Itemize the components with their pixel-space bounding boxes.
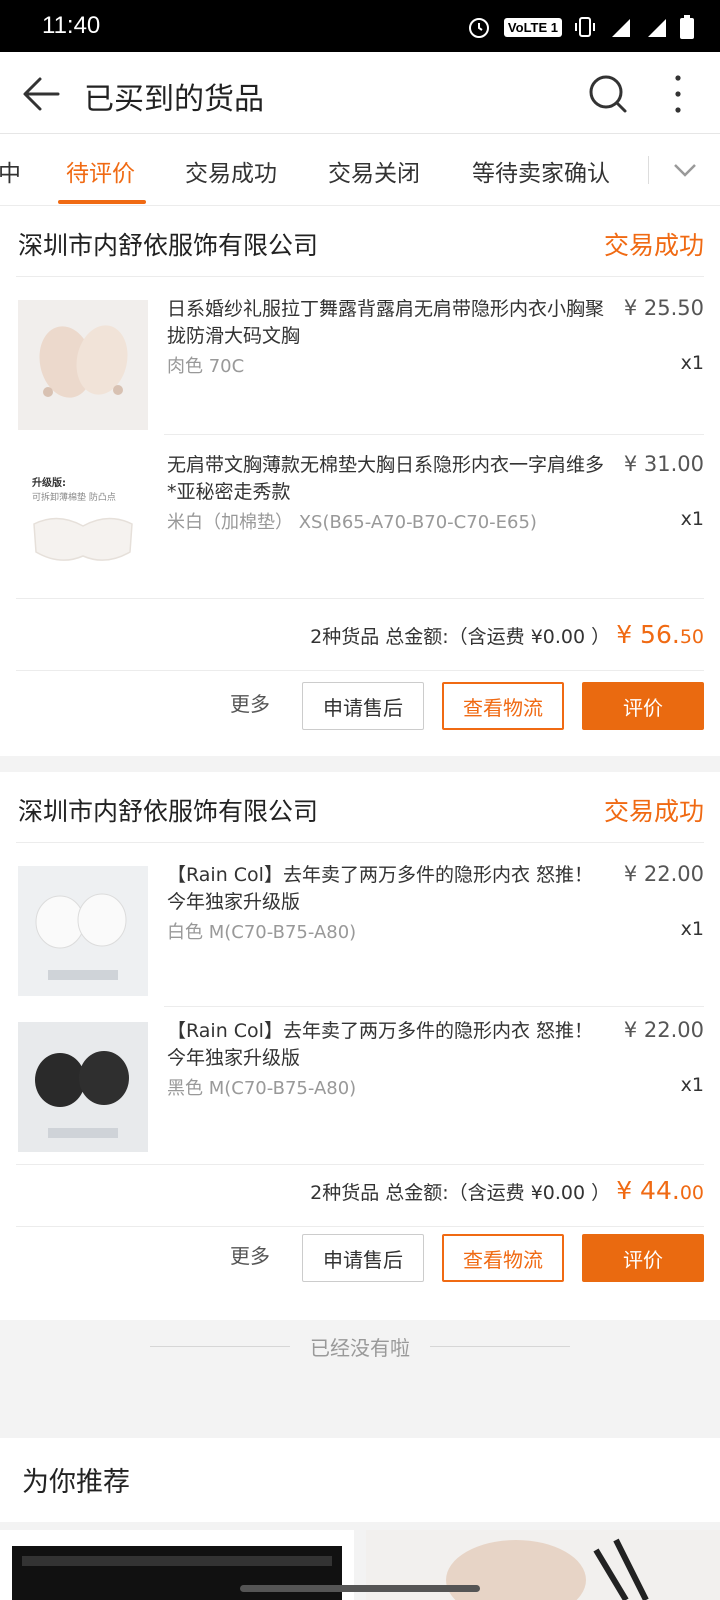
- signal-icon: [646, 15, 668, 39]
- volte-badge: VoLTE 1: [503, 17, 562, 37]
- total-amount: ¥ 56.: [616, 620, 680, 649]
- order-item[interactable]: 【Rain Col】去年卖了两万多件的隐形内衣 怒推！今年独家升级版 白色 M(…: [0, 846, 720, 996]
- divider: [16, 1226, 704, 1227]
- divider: [16, 842, 704, 843]
- home-indicator[interactable]: [240, 1585, 480, 1592]
- product-title: 无肩带文胸薄款无棉垫大胸日系隐形内衣一字肩维多*亚秘密走秀款: [167, 454, 605, 503]
- status-icons: VoLTE 1: [466, 14, 694, 40]
- order-item[interactable]: 【Rain Col】去年卖了两万多件的隐形内衣 怒推！今年独家升级版 黑色 M(…: [0, 1002, 720, 1152]
- after-sale-button[interactable]: 申请售后: [302, 682, 424, 730]
- tab-pending-review[interactable]: 待评价: [66, 154, 135, 188]
- order-status: 交易成功: [603, 231, 704, 260]
- product-image: 升级版: 可拆卸薄棉垫 防凸点: [18, 456, 148, 586]
- active-tab-indicator: [58, 200, 146, 204]
- battery-icon: [680, 15, 694, 39]
- order-summary: 2种货品 总金额:（含运费 ¥0.00 ） ¥ 44.00: [310, 1176, 704, 1205]
- more-actions-button[interactable]: 更多: [220, 678, 280, 726]
- product-title: 【Rain Col】去年卖了两万多件的隐形内衣 怒推！今年独家升级版: [167, 1020, 593, 1069]
- tab-awaiting-seller[interactable]: 等待卖家确认: [472, 154, 610, 188]
- total-amount: ¥ 44.: [616, 1176, 680, 1205]
- back-arrow-icon: [23, 77, 60, 111]
- product-price: ¥ 22.00: [623, 1018, 704, 1042]
- product-title: 日系婚纱礼服拉丁舞露背露肩无肩带隐形内衣小胸聚拢防滑大码文胸: [167, 298, 605, 347]
- product-image: [18, 300, 148, 430]
- product-quantity: x1: [680, 918, 704, 940]
- shop-name[interactable]: 深圳市内舒依服饰有限公司: [18, 226, 318, 262]
- order-summary: 2种货品 总金额:（含运费 ¥0.00 ） ¥ 56.50: [310, 620, 704, 649]
- recommend-title: 为你推荐: [22, 1467, 130, 1498]
- divider: [16, 670, 704, 671]
- product-quantity: x1: [680, 1074, 704, 1096]
- order-status: 交易成功: [603, 797, 704, 826]
- product-price: ¥ 31.00: [623, 452, 704, 476]
- order-card: 深圳市内舒依服饰有限公司 交易成功 【Rain Col】去年卖了两万多件的隐形内…: [0, 772, 720, 1320]
- product-quantity: x1: [680, 352, 704, 374]
- search-button[interactable]: [586, 72, 630, 116]
- more-vertical-icon: [675, 75, 681, 113]
- app-bar: 已买到的货品: [0, 52, 720, 134]
- product-spec: 肉色 70C: [167, 356, 245, 377]
- after-sale-button[interactable]: 申请售后: [302, 1234, 424, 1282]
- tab-closed[interactable]: 交易关闭: [328, 154, 420, 188]
- signal-4g-icon: [608, 15, 634, 39]
- product-spec: 米白（加棉垫） XS(B65-A70-B70-C70-E65): [167, 512, 537, 533]
- product-quantity: x1: [680, 508, 704, 530]
- product-image: [18, 1022, 148, 1152]
- end-of-list-text: 已经没有啦: [310, 1336, 410, 1360]
- divider: [164, 434, 704, 435]
- status-bar: 11:40 VoLTE 1: [0, 0, 720, 52]
- alarm-icon: [466, 14, 492, 40]
- page-title: 已买到的货品: [84, 82, 264, 117]
- status-time: 11:40: [42, 12, 101, 39]
- divider: [16, 276, 704, 277]
- search-icon: [589, 75, 627, 113]
- chevron-down-icon: [674, 164, 696, 177]
- total-cents: 00: [679, 1182, 704, 1204]
- tabs-expand-button[interactable]: [672, 158, 698, 182]
- order-item[interactable]: 升级版: 可拆卸薄棉垫 防凸点 无肩带文胸薄款无棉垫大胸日系隐形内衣一字肩维多*…: [0, 436, 720, 586]
- summary-text: 2种货品 总金额:（含运费 ¥0.00 ）: [310, 1182, 611, 1204]
- product-spec: 白色 M(C70-B75-A80): [167, 922, 357, 943]
- review-button[interactable]: 评价: [582, 682, 704, 730]
- tab-divider: [648, 156, 649, 184]
- order-item[interactable]: 日系婚纱礼服拉丁舞露背露肩无肩带隐形内衣小胸聚拢防滑大码文胸 肉色 70C ¥ …: [0, 280, 720, 430]
- shop-name[interactable]: 深圳市内舒依服饰有限公司: [18, 792, 318, 828]
- summary-text: 2种货品 总金额:（含运费 ¥0.00 ）: [310, 626, 611, 648]
- product-spec: 黑色 M(C70-B75-A80): [167, 1078, 357, 1099]
- product-image: [18, 866, 148, 996]
- end-of-list: 已经没有啦: [0, 1320, 720, 1372]
- product-price: ¥ 22.00: [623, 862, 704, 886]
- review-button[interactable]: 评价: [582, 1234, 704, 1282]
- more-actions-button[interactable]: 更多: [220, 1230, 280, 1278]
- product-title: 【Rain Col】去年卖了两万多件的隐形内衣 怒推！今年独家升级版: [167, 864, 593, 913]
- product-price: ¥ 25.50: [623, 296, 704, 320]
- view-logistics-button[interactable]: 查看物流: [442, 682, 564, 730]
- tab-completed[interactable]: 交易成功: [185, 154, 277, 188]
- overflow-menu-button[interactable]: [660, 72, 696, 116]
- divider: [16, 598, 704, 599]
- divider: [16, 1164, 704, 1165]
- view-logistics-button[interactable]: 查看物流: [442, 1234, 564, 1282]
- recommend-section: 为你推荐: [0, 1438, 720, 1522]
- status-tabs: 中 待评价 交易成功 交易关闭 等待卖家确认: [0, 134, 720, 206]
- vibrate-icon: [574, 15, 596, 39]
- tab-in-progress[interactable]: 中: [0, 154, 21, 188]
- back-button[interactable]: [20, 72, 64, 116]
- order-card: 深圳市内舒依服饰有限公司 交易成功 日系婚纱礼服拉丁舞露背露肩无肩带隐形内衣小胸…: [0, 206, 720, 756]
- total-cents: 50: [679, 626, 704, 648]
